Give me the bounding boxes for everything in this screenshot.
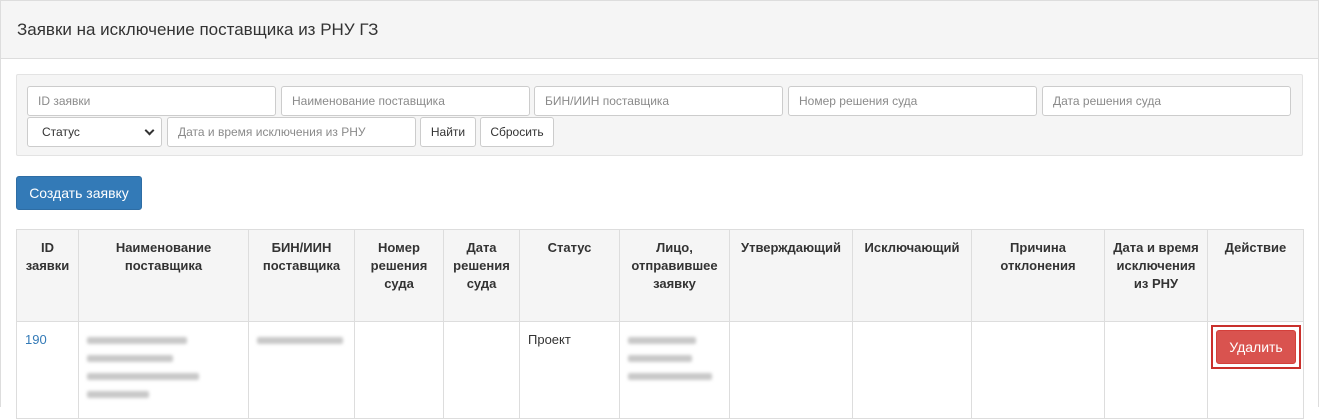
court-decision-number-input[interactable] <box>788 86 1037 116</box>
header-approver: Утверждающий <box>729 229 853 322</box>
cell-court-date <box>443 321 520 419</box>
cell-supplier-name <box>78 321 249 419</box>
supplier-name-input[interactable] <box>281 86 530 116</box>
header-court-number: Номер решения суда <box>354 229 444 322</box>
request-id-link[interactable]: 190 <box>25 332 47 347</box>
header-request-id: ID заявки <box>16 229 79 322</box>
cell-excluder <box>852 321 972 419</box>
highlight-frame: Удалить <box>1211 325 1301 369</box>
cell-rejection-reason <box>971 321 1105 419</box>
header-status: Статус <box>519 229 620 322</box>
court-decision-date-input[interactable] <box>1042 86 1291 116</box>
header-rejection-reason: Причина отклонения <box>971 229 1105 322</box>
status-select-value: Статус <box>42 125 80 139</box>
reset-button[interactable]: Сбросить <box>480 117 554 147</box>
cell-exclusion-datetime <box>1104 321 1208 419</box>
header-supplier-bin: БИН/ИИН поставщика <box>248 229 355 322</box>
header-supplier-name: Наименование поставщика <box>78 229 249 322</box>
delete-button[interactable]: Удалить <box>1216 330 1296 364</box>
redacted-supplier-bin <box>257 337 346 344</box>
header-action: Действие <box>1207 229 1304 322</box>
header-court-date: Дата решения суда <box>443 229 520 322</box>
cell-request-id: 190 <box>16 321 79 419</box>
exclusion-datetime-input[interactable] <box>167 117 416 147</box>
page-title: Заявки на исключение поставщика из РНУ Г… <box>17 19 379 39</box>
cell-action: Удалить <box>1207 321 1304 419</box>
panel-heading: Заявки на исключение поставщика из РНУ Г… <box>1 1 1318 59</box>
chevron-down-icon <box>144 125 155 135</box>
request-id-input[interactable] <box>27 86 276 116</box>
table-header-row: ID заявки Наименование поставщика БИН/ИИ… <box>16 229 1304 322</box>
create-request-button[interactable]: Создать заявку <box>16 176 142 210</box>
cell-status: Проект <box>519 321 620 419</box>
find-button[interactable]: Найти <box>420 117 476 147</box>
redacted-sender <box>628 337 721 380</box>
requests-table: ID заявки Наименование поставщика БИН/ИИ… <box>16 229 1304 419</box>
redacted-supplier-name <box>87 337 240 398</box>
filter-panel: Статус Найти Сбросить <box>16 74 1303 156</box>
header-sender: Лицо, отправившее заявку <box>619 229 730 322</box>
header-exclusion-datetime: Дата и время исключения из РНУ <box>1104 229 1208 322</box>
supplier-bin-input[interactable] <box>534 86 783 116</box>
cell-sender <box>619 321 730 419</box>
cell-supplier-bin <box>248 321 355 419</box>
header-excluder: Исключающий <box>852 229 972 322</box>
cell-court-number <box>354 321 444 419</box>
cell-approver <box>729 321 853 419</box>
status-text: Проект <box>528 332 571 347</box>
table-row: 190 Проект Удалить <box>16 321 1304 419</box>
status-select[interactable]: Статус <box>27 117 162 147</box>
